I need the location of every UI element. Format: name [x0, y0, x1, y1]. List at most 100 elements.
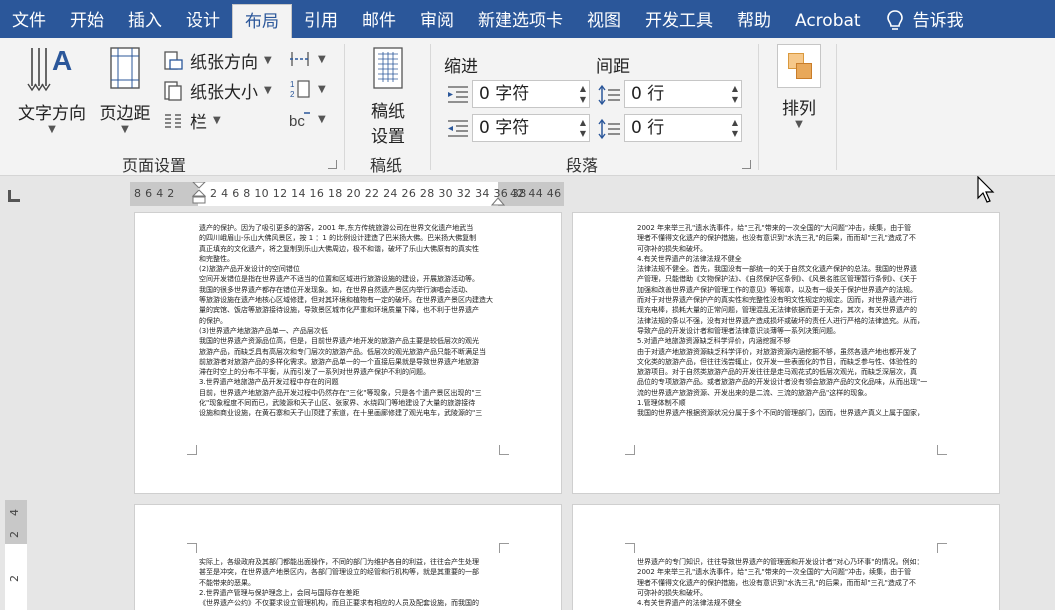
space-after-spinner[interactable]: 0 行 ▲ ▼	[624, 114, 742, 142]
tab-help[interactable]: 帮助	[725, 4, 783, 38]
page-text-line: 和完整性。	[199, 254, 234, 263]
text-direction-label: 文字方向	[18, 104, 86, 124]
page-text-line: 导致产品的开发设计者和管理者法律意识淡薄等一系列决策问题。	[637, 326, 840, 335]
tell-me-button[interactable]: 告诉我	[873, 4, 976, 38]
document-page[interactable]: 2002 年来举三孔"遗水洗事件，给"三孔"带来的一次全国的"大问题"冲击，续集…	[572, 212, 1000, 494]
document-page[interactable]: 世界遗产的专门知识，往往导致世界遗产的管理面和开发设计者"对心乃环事"的情况。例…	[572, 504, 1000, 610]
page-size-icon	[164, 80, 182, 101]
columns-button[interactable]: 栏 ▼	[162, 108, 221, 133]
svg-text:bc: bc	[289, 113, 305, 130]
page-text-line: 设施和商业设施，在黄石寨和天子山顶建了索道，在十里画廊修建了观光电车，武陵源的"…	[199, 409, 483, 418]
group-divider	[758, 44, 759, 170]
size-button[interactable]: 纸张大小 ▼	[162, 78, 272, 103]
page-text-line: 我国的世界遗产资源品位高，但是，目前世界遗产地开发的旅游产品主要是较低层次的观光	[199, 337, 479, 346]
page-text-line: 不能带来的恶果。	[199, 578, 255, 587]
breaks-icon	[290, 52, 310, 66]
page-text: 实际上，各级政府及其部门都能出面操作，不同的部门为维护各自的利益，往往会产生处理…	[199, 557, 499, 608]
hyphenation-button[interactable]: bc ▼	[288, 108, 326, 130]
margins-icon	[110, 47, 140, 89]
ribbon-tab-bar: 文件 开始 插入 设计 布局 引用 邮件 审阅 新建选项卡 视图 开发工具 帮助…	[0, 0, 1055, 38]
chevron-down-icon: ▼	[264, 85, 272, 96]
page-text-line: 2002 年来举三孔"遗水洗事件，给"三孔"带来的一次全国的"大问题"冲击，续集…	[637, 568, 912, 577]
page-setup-group-label: 页面设置	[122, 156, 187, 175]
indent-left-icon	[448, 86, 468, 103]
page-text-line: 目前，世界遗产地旅游产品开发过程中仍然存在"三化"等现象，只是各个遗产景区出现的…	[199, 388, 482, 397]
svg-text:2: 2	[290, 90, 295, 99]
orientation-icon	[164, 50, 183, 70]
chevron-down-icon: ▼	[264, 55, 272, 66]
page-text-line: 可弥补的损失和破坏。	[637, 588, 707, 597]
tab-references[interactable]: 引用	[292, 4, 350, 38]
draft-settings-label-2: 设置	[371, 127, 405, 147]
spinner-arrows-icon[interactable]: ▲ ▼	[580, 117, 586, 139]
draft-paper-icon	[373, 47, 403, 89]
vertical-ruler[interactable]: 4 2 2	[5, 500, 27, 610]
page-text-line: 理者不懂得文化遗产的保护措施，也没有意识到"水洗三孔"的后果，而而却"三孔"造成…	[637, 578, 916, 587]
orientation-button[interactable]: 纸张方向 ▼	[162, 48, 272, 73]
tab-layout[interactable]: 布局	[232, 4, 292, 38]
document-page[interactable]: 遗产的保护。因为了吸引更多的游客，2001 年,东方传统旅游公司在世界文化遗产地…	[134, 212, 562, 494]
arrange-button[interactable]: 排列 ▼	[774, 44, 824, 130]
document-page[interactable]: 实际上，各级政府及其部门都能出面操作，不同的部门为维护各自的利益，往往会产生处理…	[134, 504, 562, 610]
tab-review[interactable]: 审阅	[408, 4, 466, 38]
indent-left-spinner[interactable]: 0 字符 ▲ ▼	[472, 80, 590, 108]
indent-left-value: 0 字符	[479, 84, 530, 104]
ruler-left-numbers: 8 6 4 2	[134, 187, 175, 200]
space-before-value: 0 行	[631, 84, 665, 104]
page-text-line: 的保护。	[199, 316, 227, 325]
page-text-line: 甚至是冲突，在世界遗产地景区内，各部门管理设立的经管和行机构等，就是其重要的一部	[199, 568, 479, 577]
chevron-down-icon: ▼	[318, 53, 326, 65]
page-text-line: 4.有关世界遗产的法律法规不健全	[637, 254, 742, 263]
tab-selector-icon[interactable]	[8, 190, 20, 202]
spinner-arrows-icon[interactable]: ▲ ▼	[732, 83, 738, 105]
page-text-line: 5.对遗产地旅游资源缺乏科学评价，内涵挖掘不够	[637, 337, 791, 346]
tab-design[interactable]: 设计	[174, 4, 232, 38]
page-setup-launcher-icon[interactable]	[328, 160, 337, 169]
size-label: 纸张大小	[190, 83, 258, 103]
tab-acrobat[interactable]: Acrobat	[783, 4, 873, 38]
indent-marker-icon[interactable]	[192, 182, 206, 206]
draft-settings-button[interactable]: 稿纸 设置	[360, 46, 416, 147]
line-numbers-button[interactable]: 1 2 ▼	[288, 78, 326, 100]
tab-developer[interactable]: 开发工具	[633, 4, 725, 38]
page-text-line: 我国的很多世界遗产都存在错位开发现象。如，在世界自然遗产景区内举行演唱会活动、	[199, 285, 472, 294]
tab-view[interactable]: 视图	[575, 4, 633, 38]
draft-group-label: 稿纸	[370, 156, 403, 175]
page-text: 世界遗产的专门知识，往往导致世界遗产的管理面和开发设计者"对心乃环事"的情况。例…	[637, 557, 937, 608]
orientation-label: 纸张方向	[190, 53, 258, 73]
right-indent-marker-icon[interactable]	[491, 196, 505, 206]
tab-new[interactable]: 新建选项卡	[466, 4, 575, 38]
page-text-line: 旅游项目。对于自然类旅游产品的开发往往是走马观花式的低层次观光，而缺乏深层次，真	[637, 368, 917, 377]
indent-right-icon	[448, 120, 468, 137]
vruler-number: 4	[8, 509, 21, 516]
breaks-button[interactable]: ▼	[288, 48, 326, 70]
space-after-icon	[598, 118, 620, 140]
page-text-line: 法律法规不健全。首先，我国没有一部统一的关于自然文化遗产保护的总法。我国的世界遗	[637, 265, 917, 274]
group-divider	[344, 44, 345, 170]
horizontal-ruler[interactable]: 8 6 4 2 2 4 6 8 10 12 14 16 18 20 22 24 …	[130, 182, 564, 206]
paragraph-launcher-icon[interactable]	[742, 160, 751, 169]
page-text-line: 由于对遗产地旅游资源缺乏科学评价，对旅游资源内涵挖掘不够，虽然各遗产地也都开发了	[637, 347, 917, 356]
tab-file[interactable]: 文件	[0, 4, 58, 38]
spinner-arrows-icon[interactable]: ▲ ▼	[580, 83, 586, 105]
indent-right-value: 0 字符	[479, 118, 530, 138]
space-before-spinner[interactable]: 0 行 ▲ ▼	[624, 80, 742, 108]
ruler-main-numbers: 2 4 6 8 10 12 14 16 18 20 22 24 26 28 30…	[210, 187, 527, 200]
page-text-line: 等旅游设施在遗产地核心区域修建，但对其环境和植物有一定的破坏。在世界遗产景区内建…	[199, 296, 493, 305]
tab-mailings[interactable]: 邮件	[350, 4, 408, 38]
chevron-down-icon: ▼	[48, 124, 56, 135]
svg-text:1: 1	[290, 80, 295, 89]
svg-text:A: A	[52, 45, 72, 76]
line-numbers-icon: 1 2	[290, 80, 310, 99]
page-text-line: (3)世界遗产地旅游产品单一、产品层次低	[199, 326, 328, 335]
tab-home[interactable]: 开始	[58, 4, 116, 38]
spinner-arrows-icon[interactable]: ▲ ▼	[732, 117, 738, 139]
margins-button[interactable]: 页边距 ▼	[94, 44, 156, 135]
text-direction-button[interactable]: A 文字方向 ▼	[14, 44, 90, 135]
page-text-line: 产管理，只能借助《文物保护法》、《自然保护区条例》、《风景名胜区管理暂行条例》、…	[637, 275, 917, 284]
space-after-value: 0 行	[631, 118, 665, 138]
space-before-icon	[598, 84, 620, 106]
tab-insert[interactable]: 插入	[116, 4, 174, 38]
indent-right-spinner[interactable]: 0 字符 ▲ ▼	[472, 114, 590, 142]
page-text-line: 现充电棒，损耗大量的正常问题，管理混乱无法律依据而更于无奈，其次，有关世界遗产的	[637, 306, 917, 315]
